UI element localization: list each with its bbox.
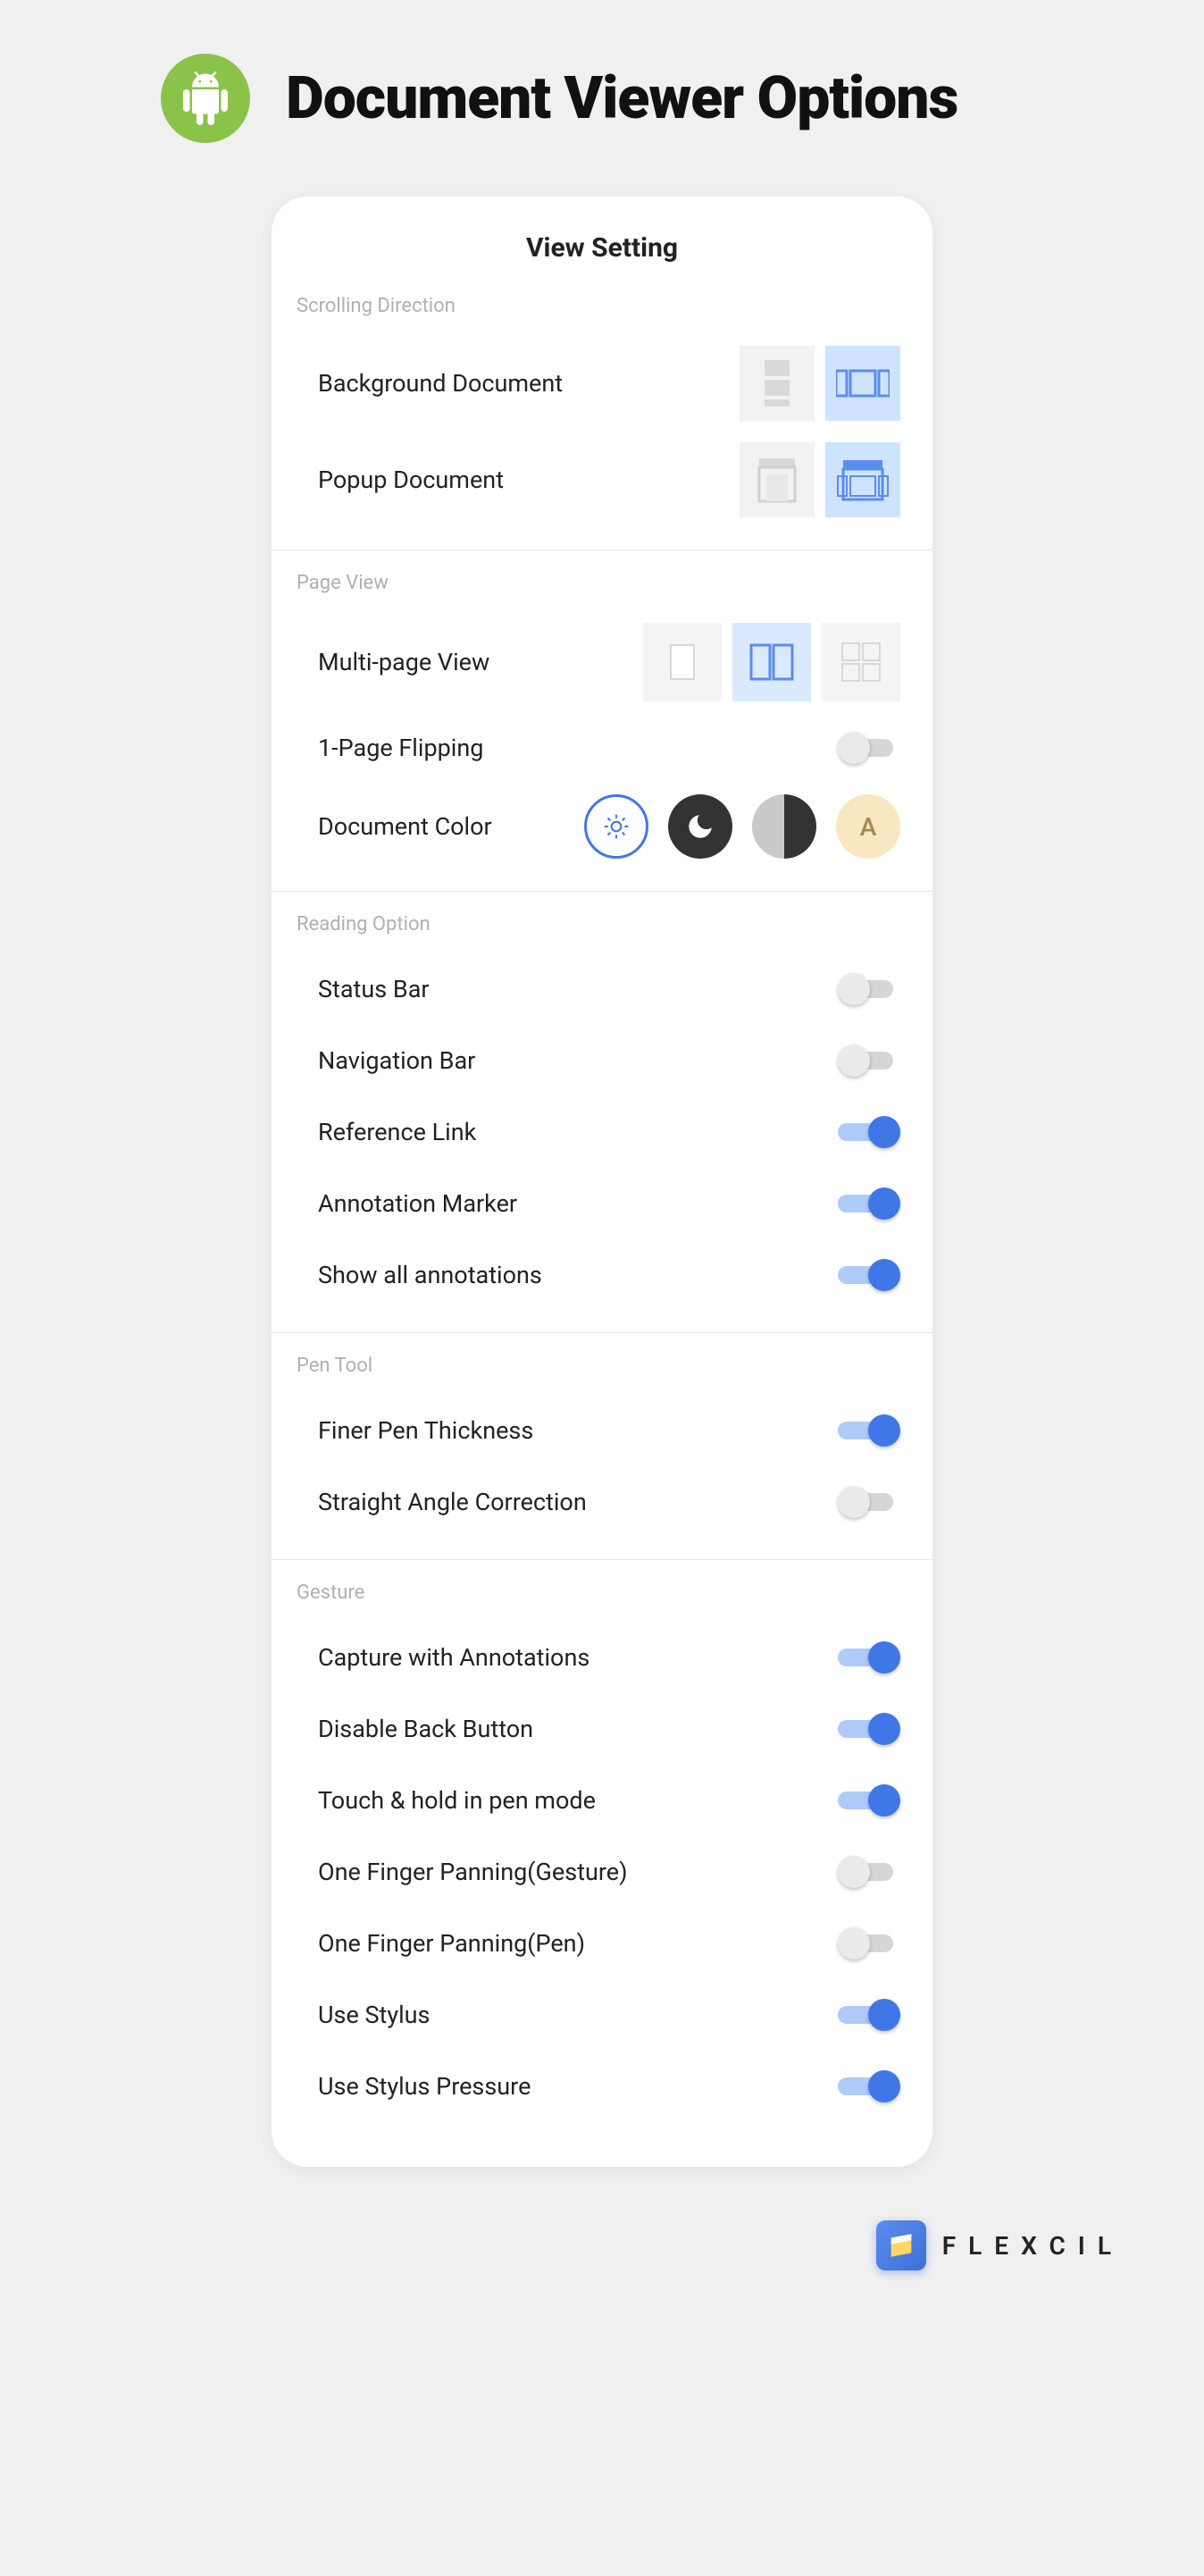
bg-doc-horizontal-option[interactable] — [825, 346, 900, 421]
section-label-page-view: Page View — [297, 572, 907, 594]
flexcil-logo-icon — [876, 2220, 926, 2270]
row-disable-back: Disable Back Button — [297, 1693, 907, 1765]
color-half-option[interactable] — [752, 794, 816, 859]
label-one-finger-g: One Finger Panning(Gesture) — [318, 1858, 627, 1886]
multi-page-4-option[interactable] — [822, 623, 900, 701]
popup-doc-vertical-option[interactable] — [740, 442, 815, 517]
label-ref-link: Reference Link — [318, 1118, 476, 1146]
row-doc-color: Document Color A — [297, 784, 907, 869]
section-label-scrolling: Scrolling Direction — [297, 295, 907, 317]
row-nav-bar: Navigation Bar — [297, 1025, 907, 1096]
page-title: Document Viewer Options — [286, 64, 957, 133]
color-dark-option[interactable] — [668, 794, 732, 859]
section-gesture: Gesture Capture with Annotations Disable… — [272, 1582, 932, 2122]
toggle-flip[interactable] — [838, 732, 900, 764]
row-popup-document: Popup Document — [297, 432, 907, 528]
row-background-document: Background Document — [297, 335, 907, 432]
row-capture: Capture with Annotations — [297, 1622, 907, 1693]
label-one-finger-p: One Finger Panning(Pen) — [318, 1929, 585, 1958]
toggle-nav-bar[interactable] — [838, 1045, 900, 1077]
color-sepia-option[interactable]: A — [836, 794, 900, 859]
section-label-gesture: Gesture — [297, 1582, 907, 1604]
panel-title: View Setting — [272, 232, 932, 264]
label-anno-marker: Annotation Marker — [318, 1189, 517, 1218]
label-stylus-press: Use Stylus Pressure — [318, 2072, 531, 2101]
footer: FLEXCIL — [0, 2167, 1204, 2270]
row-finer: Finer Pen Thickness — [297, 1395, 907, 1466]
divider — [272, 891, 932, 892]
toggle-anno-marker[interactable] — [838, 1187, 900, 1220]
toggle-stylus[interactable] — [838, 1999, 900, 2031]
row-hold-pen: Touch & hold in pen mode — [297, 1765, 907, 1836]
toggle-angle[interactable] — [838, 1486, 900, 1518]
toggle-finer[interactable] — [838, 1414, 900, 1447]
label-finer: Finer Pen Thickness — [318, 1416, 533, 1445]
label-popup-document: Popup Document — [318, 466, 504, 494]
label-hold-pen: Touch & hold in pen mode — [318, 1786, 596, 1815]
toggle-one-finger-p[interactable] — [838, 1927, 900, 1959]
android-icon — [161, 54, 250, 143]
label-doc-color: Document Color — [318, 812, 492, 841]
doc-color-options: A — [584, 794, 900, 859]
section-label-reading: Reading Option — [297, 913, 907, 936]
multi-page-2-option[interactable] — [732, 623, 811, 701]
row-ref-link: Reference Link — [297, 1096, 907, 1168]
row-multi-page: Multi-page View — [297, 612, 907, 712]
section-reading: Reading Option Status Bar Navigation Bar… — [272, 913, 932, 1311]
toggle-hold-pen[interactable] — [838, 1784, 900, 1817]
sepia-letter: A — [860, 812, 877, 842]
bg-doc-vertical-option[interactable] — [740, 346, 815, 421]
row-stylus-press: Use Stylus Pressure — [297, 2051, 907, 2122]
divider — [272, 1332, 932, 1333]
section-page-view: Page View Multi-page View 1-Page Flippin… — [272, 572, 932, 869]
bg-doc-scroll-options — [740, 346, 900, 421]
row-one-finger-g: One Finger Panning(Gesture) — [297, 1836, 907, 1908]
row-show-all: Show all annotations — [297, 1239, 907, 1311]
label-capture: Capture with Annotations — [318, 1643, 589, 1672]
label-stylus: Use Stylus — [318, 2001, 430, 2029]
row-status-bar: Status Bar — [297, 953, 907, 1025]
row-one-finger-p: One Finger Panning(Pen) — [297, 1908, 907, 1979]
popup-doc-horizontal-option[interactable] — [825, 442, 900, 517]
color-light-option[interactable] — [584, 794, 648, 859]
multi-page-1-option[interactable] — [643, 623, 722, 701]
popup-doc-scroll-options — [740, 442, 900, 517]
toggle-ref-link[interactable] — [838, 1116, 900, 1148]
toggle-capture[interactable] — [838, 1641, 900, 1674]
section-label-pen: Pen Tool — [297, 1355, 907, 1377]
row-anno-marker: Annotation Marker — [297, 1168, 907, 1239]
settings-panel: View Setting Scrolling Direction Backgro… — [272, 197, 932, 2167]
section-scrolling: Scrolling Direction Background Document … — [272, 295, 932, 528]
label-show-all: Show all annotations — [318, 1261, 542, 1289]
row-flip: 1-Page Flipping — [297, 712, 907, 784]
toggle-stylus-press[interactable] — [838, 2070, 900, 2102]
divider — [272, 1559, 932, 1560]
section-pen: Pen Tool Finer Pen Thickness Straight An… — [272, 1355, 932, 1538]
label-nav-bar: Navigation Bar — [318, 1046, 475, 1075]
toggle-one-finger-g[interactable] — [838, 1856, 900, 1888]
row-angle: Straight Angle Correction — [297, 1466, 907, 1538]
page-header: Document Viewer Options — [0, 54, 1204, 143]
label-angle: Straight Angle Correction — [318, 1488, 587, 1516]
label-multi-page: Multi-page View — [318, 648, 489, 676]
toggle-status-bar[interactable] — [838, 973, 900, 1005]
label-disable-back: Disable Back Button — [318, 1715, 533, 1743]
row-stylus: Use Stylus — [297, 1979, 907, 2051]
toggle-show-all[interactable] — [838, 1259, 900, 1291]
toggle-disable-back[interactable] — [838, 1713, 900, 1745]
footer-brand: FLEXCIL — [942, 2231, 1124, 2261]
multi-page-options — [643, 623, 900, 701]
label-background-document: Background Document — [318, 369, 563, 398]
label-flip: 1-Page Flipping — [318, 734, 483, 762]
label-status-bar: Status Bar — [318, 975, 430, 1003]
